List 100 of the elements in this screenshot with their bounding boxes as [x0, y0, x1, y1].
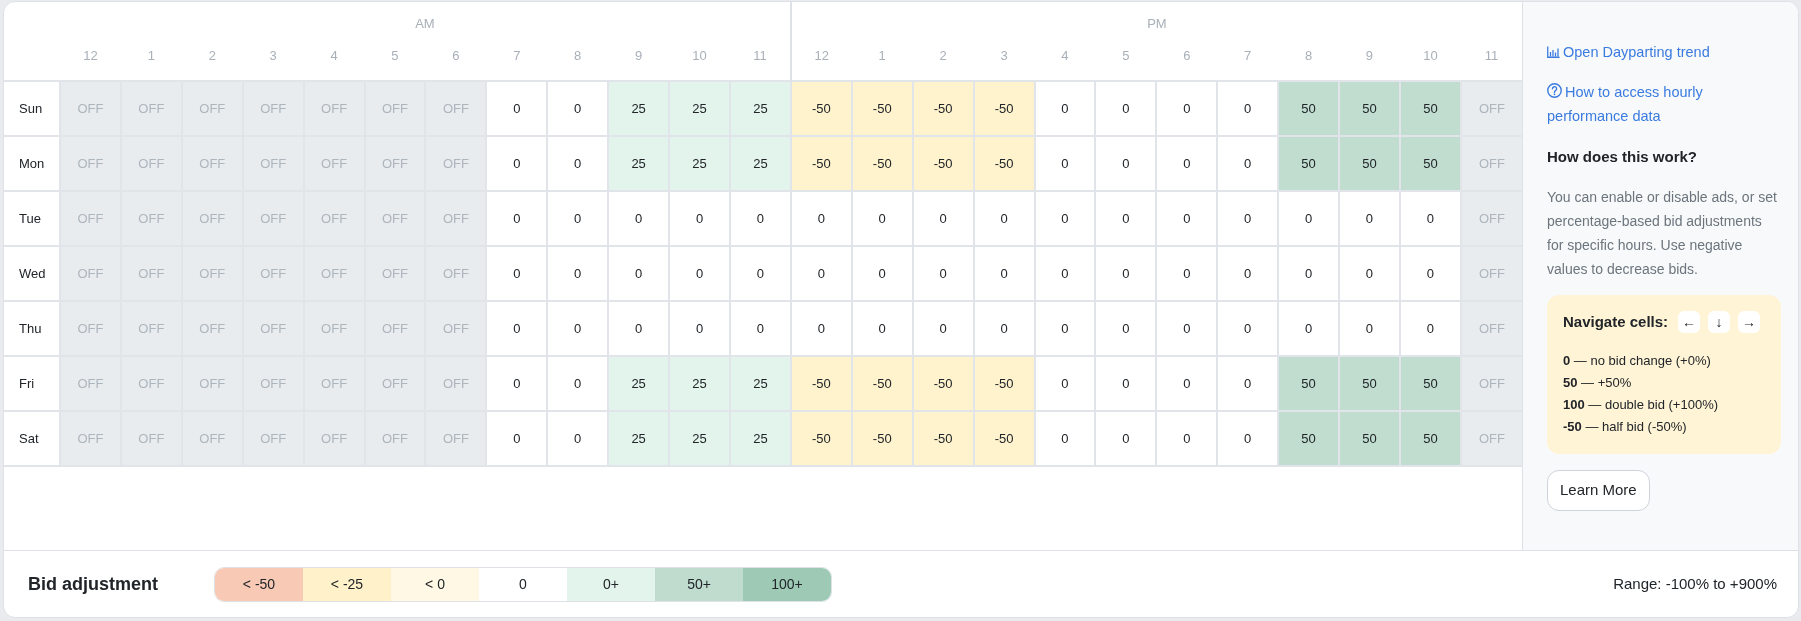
bid-cell[interactable]: 0 [669, 191, 730, 246]
bid-cell[interactable]: -50 [851, 81, 913, 136]
bid-cell[interactable]: 0 [1156, 356, 1218, 411]
bid-cell[interactable]: 50 [1278, 356, 1340, 411]
bid-cell[interactable]: 0 [1278, 301, 1340, 356]
bid-cell[interactable]: 0 [851, 246, 913, 301]
bid-cell[interactable]: 0 [1095, 81, 1157, 136]
bid-cell[interactable]: 0 [486, 136, 548, 191]
bid-cell[interactable]: 0 [1095, 301, 1157, 356]
bid-cell[interactable]: 50 [1399, 356, 1461, 411]
bid-cell[interactable]: 0 [1156, 301, 1218, 356]
bid-cell[interactable]: 0 [547, 246, 609, 301]
bid-cell[interactable]: 0 [1034, 301, 1096, 356]
bid-cell[interactable]: 25 [729, 136, 791, 191]
bid-cell[interactable]: 0 [1339, 246, 1400, 301]
bid-cell[interactable]: 0 [1034, 81, 1096, 136]
bid-cell[interactable]: 0 [1156, 411, 1218, 466]
bid-cell[interactable]: 0 [1399, 191, 1461, 246]
bid-cell[interactable]: 0 [1156, 81, 1218, 136]
bid-cell[interactable]: -50 [973, 411, 1035, 466]
bid-cell[interactable]: 0 [486, 81, 548, 136]
bid-cell[interactable]: 0 [608, 301, 670, 356]
bid-cell[interactable]: -50 [851, 356, 913, 411]
panel-link[interactable]: How to access hourly performance data [1547, 80, 1784, 128]
bid-cell[interactable]: 0 [1217, 136, 1279, 191]
bid-cell[interactable]: 0 [1156, 191, 1218, 246]
bid-cell[interactable]: 0 [729, 246, 791, 301]
bid-cell[interactable]: 0 [486, 356, 548, 411]
bid-cell[interactable]: 25 [608, 411, 670, 466]
bid-cell[interactable]: 0 [547, 81, 609, 136]
bid-cell[interactable]: 0 [486, 411, 548, 466]
bid-cell[interactable]: 0 [912, 246, 974, 301]
bid-cell[interactable]: 0 [1156, 246, 1218, 301]
bid-cell[interactable]: 25 [729, 411, 791, 466]
bid-cell[interactable]: -50 [973, 136, 1035, 191]
bid-cell[interactable]: 50 [1399, 81, 1461, 136]
bid-cell[interactable]: 0 [973, 246, 1035, 301]
bid-cell[interactable]: 25 [608, 81, 670, 136]
bid-cell[interactable]: -50 [912, 356, 974, 411]
bid-cell[interactable]: 0 [1095, 191, 1157, 246]
bid-cell[interactable]: 0 [486, 301, 548, 356]
bid-cell[interactable]: 50 [1278, 136, 1340, 191]
bid-cell[interactable]: 0 [608, 191, 670, 246]
bid-cell[interactable]: 25 [608, 356, 670, 411]
bid-cell[interactable]: 0 [547, 411, 609, 466]
bid-cell[interactable]: 50 [1399, 411, 1461, 466]
bid-cell[interactable]: 0 [1034, 136, 1096, 191]
bid-cell[interactable]: 0 [486, 246, 548, 301]
panel-link[interactable]: Open Dayparting trend [1547, 40, 1710, 64]
bid-cell[interactable]: -50 [790, 81, 852, 136]
bid-cell[interactable]: 0 [669, 246, 730, 301]
bid-cell[interactable]: -50 [851, 411, 913, 466]
bid-cell[interactable]: 0 [1095, 136, 1157, 191]
bid-cell[interactable]: 0 [547, 301, 609, 356]
bid-cell[interactable]: 0 [851, 191, 913, 246]
bid-cell[interactable]: 0 [1217, 411, 1279, 466]
bid-cell[interactable]: 25 [729, 356, 791, 411]
bid-cell[interactable]: 0 [912, 301, 974, 356]
bid-cell[interactable]: 0 [1095, 246, 1157, 301]
bid-cell[interactable]: 25 [669, 356, 730, 411]
bid-cell[interactable]: -50 [912, 411, 974, 466]
bid-cell[interactable]: 0 [729, 301, 791, 356]
bid-cell[interactable]: 25 [669, 411, 730, 466]
bid-cell[interactable]: 0 [1339, 191, 1400, 246]
bid-cell[interactable]: -50 [912, 81, 974, 136]
learn-more-button[interactable]: Learn More [1547, 470, 1650, 511]
bid-cell[interactable]: 25 [608, 136, 670, 191]
bid-cell[interactable]: 50 [1339, 356, 1400, 411]
bid-cell[interactable]: 0 [1217, 246, 1279, 301]
bid-cell[interactable]: 0 [1034, 246, 1096, 301]
bid-cell[interactable]: 0 [547, 356, 609, 411]
bid-cell[interactable]: 0 [608, 246, 670, 301]
bid-cell[interactable]: 0 [1217, 81, 1279, 136]
bid-cell[interactable]: -50 [790, 136, 852, 191]
bid-cell[interactable]: 0 [1278, 191, 1340, 246]
bid-cell[interactable]: 0 [1034, 191, 1096, 246]
bid-cell[interactable]: 0 [1095, 411, 1157, 466]
bid-cell[interactable]: 50 [1278, 81, 1340, 136]
bid-cell[interactable]: 0 [1217, 191, 1279, 246]
bid-cell[interactable]: 0 [669, 301, 730, 356]
bid-cell[interactable]: 25 [729, 81, 791, 136]
bid-cell[interactable]: 0 [1399, 246, 1461, 301]
bid-cell[interactable]: 0 [912, 191, 974, 246]
bid-cell[interactable]: 0 [790, 301, 852, 356]
bid-cell[interactable]: -50 [790, 356, 852, 411]
bid-cell[interactable]: 25 [669, 136, 730, 191]
bid-cell[interactable]: 0 [547, 191, 609, 246]
bid-cell[interactable]: -50 [973, 356, 1035, 411]
bid-cell[interactable]: 0 [1095, 356, 1157, 411]
bid-cell[interactable]: 0 [547, 136, 609, 191]
bid-cell[interactable]: 0 [851, 301, 913, 356]
bid-cell[interactable]: 0 [1034, 411, 1096, 466]
bid-cell[interactable]: 0 [1339, 301, 1400, 356]
bid-cell[interactable]: 0 [1217, 301, 1279, 356]
bid-cell[interactable]: -50 [790, 411, 852, 466]
bid-cell[interactable]: 50 [1278, 411, 1340, 466]
bid-cell[interactable]: 50 [1339, 81, 1400, 136]
bid-cell[interactable]: -50 [973, 81, 1035, 136]
bid-cell[interactable]: 0 [1399, 301, 1461, 356]
bid-cell[interactable]: 50 [1339, 411, 1400, 466]
